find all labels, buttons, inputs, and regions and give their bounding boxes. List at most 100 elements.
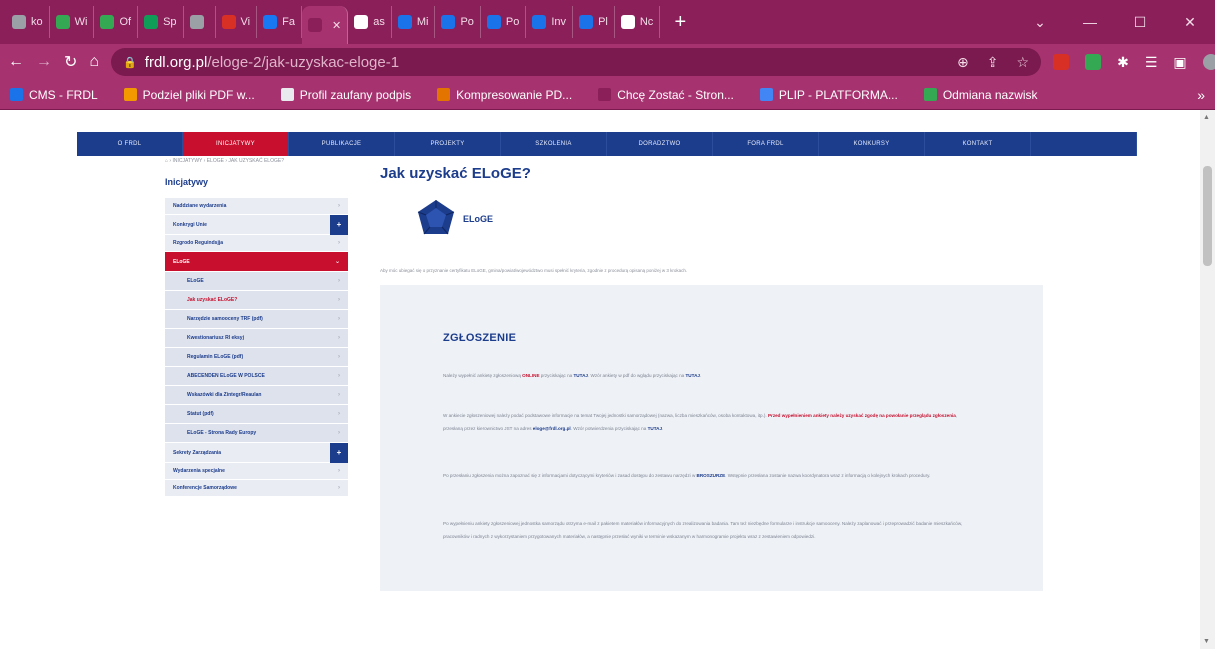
site-nav-item[interactable]: PROJEKTY xyxy=(395,132,501,156)
browser-tab[interactable]: Po xyxy=(435,6,481,38)
online-link[interactable]: ONLINE xyxy=(522,373,539,378)
site-nav-item[interactable]: DORADZTWO xyxy=(607,132,713,156)
scrollbar-thumb[interactable] xyxy=(1203,166,1212,266)
sidebar-item[interactable]: Statut (pdf) › xyxy=(165,405,348,424)
sidebar-item[interactable]: Jak uzyskać ELoGE? › xyxy=(165,291,348,310)
bookmark-item[interactable]: Chcę Zostać - Stron... xyxy=(598,88,734,102)
site-nav-item[interactable]: SZKOLENIA xyxy=(501,132,607,156)
lock-icon[interactable]: 🔒 xyxy=(123,56,137,69)
window-controls: ⌄ — ☐ ✕ xyxy=(1015,14,1215,31)
site-nav-item[interactable]: INICJATYWY xyxy=(183,132,289,156)
sidebar-item-label: Narzędzie samooceny TRF (pdf) xyxy=(187,316,263,322)
zoom-icon[interactable]: ⊕ xyxy=(957,54,969,71)
forward-icon[interactable]: → xyxy=(36,53,52,71)
site-nav-item[interactable]: KONKURSY xyxy=(819,132,925,156)
profile-avatar[interactable] xyxy=(1202,54,1215,70)
bookmark-label: Kompresowanie PD... xyxy=(456,87,573,102)
minimize-icon[interactable]: — xyxy=(1065,14,1115,31)
sidebar-item[interactable]: Kwestionariusz RI eksyj › xyxy=(165,329,348,348)
tab-search-icon[interactable]: ⌄ xyxy=(1015,14,1065,31)
scroll-down-icon[interactable]: ▼ xyxy=(1203,638,1210,645)
browser-tab[interactable] xyxy=(184,6,216,38)
sidebar-item[interactable]: ABECENDEN ELoGE W POLSCE › xyxy=(165,367,348,386)
browser-chrome: ko Wi Of Sp Vi Fa ✕ as Mi Po Po Inv Pl Nc + ⌄ — ☐ ✕ ← → ↻ … xyxy=(0,0,1215,110)
sidebar-item[interactable]: Konkrygi Unie + xyxy=(165,215,348,235)
close-window-icon[interactable]: ✕ xyxy=(1165,14,1215,31)
tab-favicon-icon xyxy=(263,15,278,29)
browser-tab[interactable]: Vi xyxy=(216,6,258,38)
tab-label: ko xyxy=(31,16,43,28)
para1-text-a: Należy wypełnić ankietę zgłoszeniową xyxy=(443,373,523,378)
bookmark-item[interactable]: Podziel pliki PDF w... xyxy=(123,88,255,102)
browser-tab[interactable]: Of xyxy=(94,6,139,38)
sidebar-item[interactable]: ELoGE ⌄ xyxy=(165,252,348,272)
site-nav-item[interactable]: PUBLIKACJE xyxy=(289,132,395,156)
browser-tab[interactable]: Inv xyxy=(526,6,574,38)
tab-label: Mi xyxy=(416,16,429,28)
close-tab-icon[interactable]: ✕ xyxy=(332,19,341,32)
browser-tab[interactable]: as xyxy=(348,6,392,38)
site-nav-item[interactable]: FORA FRDL xyxy=(713,132,819,156)
site-nav-item[interactable]: O FRDL xyxy=(77,132,183,156)
new-tab-button[interactable]: + xyxy=(668,11,692,34)
url-omnibox[interactable]: 🔒 frdl.org.pl/eloge-2/jak-uzyskac-eloge-… xyxy=(111,48,1042,76)
sidebar-item[interactable]: Wskazówki dla Zintegr/Reaulan › xyxy=(165,386,348,405)
pdf-form-link[interactable]: TUTAJ xyxy=(686,373,700,378)
bookmarks-overflow-icon[interactable]: » xyxy=(1197,87,1205,103)
sidebar-item[interactable]: Sekrety Zarządzania + xyxy=(165,443,348,463)
back-icon[interactable]: ← xyxy=(8,53,24,71)
site-nav-item[interactable]: KONTAKT xyxy=(925,132,1031,156)
email-link[interactable]: eloge@frdl.org.pl xyxy=(533,426,571,431)
sidebar-item[interactable]: ELoGE - Strona Rady Europy › xyxy=(165,424,348,443)
browser-tab[interactable]: ✕ xyxy=(301,6,349,44)
confirmation-link[interactable]: TUTAJ xyxy=(648,426,662,431)
bookmark-label: Chcę Zostać - Stron... xyxy=(617,87,734,102)
chevron-right-icon: › xyxy=(338,373,340,379)
breadcrumb: ⌂ › INICJATYWY › ELOGE › JAK UZYSKAĆ ELO… xyxy=(165,158,284,164)
browser-tab[interactable]: ko xyxy=(6,6,50,38)
reload-icon[interactable]: ↻ xyxy=(64,52,77,72)
tab-label: Wi xyxy=(74,16,88,28)
bookmark-item[interactable]: Profil zaufany podpis xyxy=(280,88,411,102)
sidebar-item[interactable]: Rzgrodo Reguindsjja › xyxy=(165,235,348,252)
adblock-extension-icon[interactable] xyxy=(1053,54,1070,70)
expand-plus-icon[interactable]: + xyxy=(330,443,348,463)
browser-tab[interactable]: Po xyxy=(481,6,527,38)
extensions-puzzle-icon[interactable]: ✱ xyxy=(1117,54,1129,71)
site-nav-item[interactable] xyxy=(1031,132,1137,156)
sidebar-item[interactable]: ELoGE › xyxy=(165,272,348,291)
maximize-icon[interactable]: ☐ xyxy=(1115,14,1165,31)
tab-label: Po xyxy=(460,16,474,28)
sidebar-item[interactable]: Konferencje Samorządowe › xyxy=(165,480,348,497)
brochure-link[interactable]: BROSZURZE xyxy=(697,473,726,478)
bookmark-label: Odmiana nazwisk xyxy=(942,87,1038,102)
bookmark-item[interactable]: Kompresowanie PD... xyxy=(437,88,572,102)
home-icon[interactable]: ⌂ xyxy=(89,53,99,71)
sidebar-item[interactable]: Narzędzie samooceny TRF (pdf) › xyxy=(165,310,348,329)
bookmark-star-icon[interactable]: ☆ xyxy=(1017,54,1030,71)
tab-favicon-icon xyxy=(144,15,159,29)
expand-plus-icon[interactable]: + xyxy=(330,215,348,235)
share-icon[interactable]: ⇪ xyxy=(987,54,999,71)
browser-tab[interactable]: Wi xyxy=(50,6,95,38)
green-extension-icon[interactable] xyxy=(1085,54,1102,70)
browser-tab[interactable]: Fa xyxy=(257,6,302,38)
scroll-up-icon[interactable]: ▲ xyxy=(1203,114,1210,121)
reading-list-icon[interactable]: ☰ xyxy=(1145,54,1158,71)
tab-favicon-icon xyxy=(579,15,594,29)
browser-tab[interactable]: Sp xyxy=(138,6,184,38)
browser-tab[interactable]: Pl xyxy=(573,6,615,38)
page-scrollbar[interactable]: ▲ ▼ xyxy=(1200,110,1215,649)
bookmarks-bar: CMS - FRDL Podziel pliki PDF w... Profil z… xyxy=(0,80,1215,110)
browser-tab[interactable]: Nc xyxy=(615,6,661,38)
sidebar-item[interactable]: Wydarzenia specjalne › xyxy=(165,463,348,480)
sidebar-item[interactable]: Regulamin ELoGE (pdf) › xyxy=(165,348,348,367)
bookmark-item[interactable]: CMS - FRDL xyxy=(10,88,98,102)
chevron-right-icon: › xyxy=(338,297,340,303)
form-link[interactable]: TUTAJ xyxy=(573,373,587,378)
sidebar-item[interactable]: Naddziane wydarzenia › xyxy=(165,198,348,215)
bookmark-item[interactable]: PLIP - PLATFORMA... xyxy=(759,88,898,102)
browser-tab[interactable]: Mi xyxy=(392,6,436,38)
side-panel-icon[interactable]: ▣ xyxy=(1173,54,1186,71)
bookmark-item[interactable]: Odmiana nazwisk xyxy=(923,87,1038,102)
